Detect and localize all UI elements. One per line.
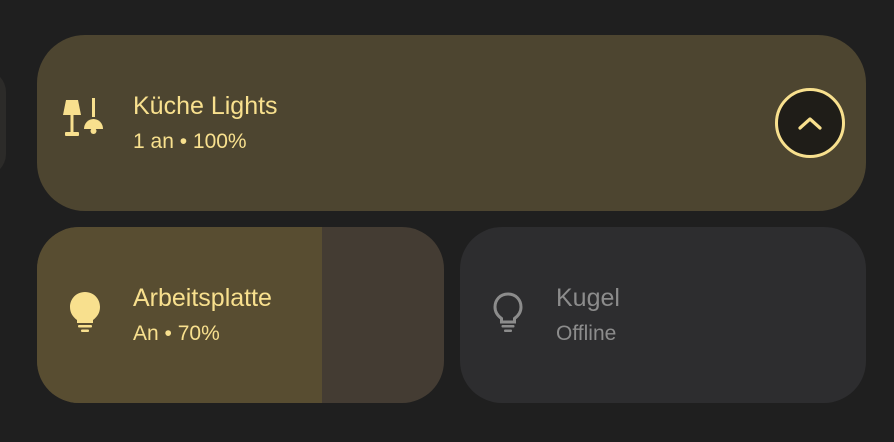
group-tile-kueche-lights[interactable]: Küche Lights 1 an • 100% [37, 35, 866, 211]
light-status: Offline [556, 322, 617, 345]
group-status: 1 an • 100% [133, 130, 247, 153]
previous-tile-peek[interactable] [0, 70, 6, 176]
group-text: Küche Lights 1 an • 100% [133, 91, 278, 155]
collapse-group-button[interactable] [775, 88, 845, 158]
device-controls-panel: Küche Lights 1 an • 100% Arbeitsplatte A… [0, 0, 894, 442]
light-title: Kugel [556, 284, 620, 312]
kugel-text: Kugel Offline [556, 283, 620, 347]
light-title: Arbeitsplatte [133, 284, 272, 312]
lightbulb-on-icon [70, 292, 100, 332]
lamp-group-icon [63, 98, 103, 136]
light-tile-kugel[interactable]: Kugel Offline [460, 227, 866, 403]
light-status: An • 70% [133, 322, 220, 345]
group-title: Küche Lights [133, 92, 278, 120]
light-tile-arbeitsplatte[interactable]: Arbeitsplatte An • 70% [37, 227, 444, 403]
arbeitsplatte-text: Arbeitsplatte An • 70% [133, 283, 272, 347]
chevron-up-icon [798, 117, 822, 130]
lightbulb-outline-icon [493, 292, 523, 332]
